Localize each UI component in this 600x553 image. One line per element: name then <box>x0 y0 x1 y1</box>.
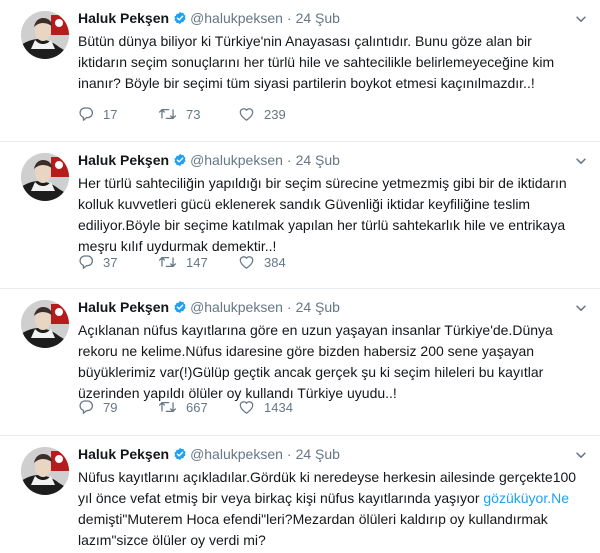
reply-icon <box>78 106 94 122</box>
retweet-button[interactable]: 667 <box>158 399 238 415</box>
separator-dot: · <box>286 446 292 462</box>
like-button[interactable]: 239 <box>238 106 286 122</box>
verified-badge-icon <box>173 153 187 167</box>
tweet-feed: Haluk Pekşen @halukpeksen · 24 Şub Bütün… <box>0 0 600 553</box>
separator-dot: · <box>286 152 292 168</box>
tweet-card[interactable]: Haluk Pekşen @halukpeksen · 24 Şub Açıkl… <box>0 289 600 436</box>
retweet-button[interactable]: 147 <box>158 254 238 270</box>
chevron-down-icon[interactable] <box>574 12 588 31</box>
verified-badge-icon <box>173 300 187 314</box>
tweet-actions: 79 667 1434 <box>78 397 293 417</box>
tweet-actions: 37 147 384 <box>78 252 286 272</box>
retweet-icon <box>158 254 177 270</box>
tweet-header: Haluk Pekşen @halukpeksen · 24 Şub <box>78 444 590 464</box>
author-handle[interactable]: @halukpeksen <box>190 10 283 26</box>
reply-icon <box>78 399 94 415</box>
like-button[interactable]: 384 <box>238 254 286 270</box>
avatar[interactable] <box>21 11 69 59</box>
avatar[interactable] <box>21 153 69 201</box>
reply-button[interactable]: 37 <box>78 254 158 270</box>
tweet-header: Haluk Pekşen @halukpeksen · 24 Şub <box>78 150 590 170</box>
author-name[interactable]: Haluk Pekşen <box>78 10 169 26</box>
tweet-card[interactable]: Haluk Pekşen @halukpeksen · 24 Şub Bütün… <box>0 0 600 142</box>
retweet-count: 147 <box>186 254 208 270</box>
separator-dot: · <box>286 299 292 315</box>
reply-icon <box>78 254 94 270</box>
retweet-count: 667 <box>186 399 208 415</box>
avatar[interactable] <box>21 300 69 348</box>
tweet-card[interactable]: Haluk Pekşen @halukpeksen · 24 Şub Nüfus… <box>0 436 600 553</box>
reply-count: 17 <box>103 106 118 122</box>
retweet-icon <box>158 399 177 415</box>
chevron-down-icon[interactable] <box>574 448 588 467</box>
tweet-date[interactable]: 24 Şub <box>296 152 340 168</box>
author-name[interactable]: Haluk Pekşen <box>78 299 169 315</box>
author-handle[interactable]: @halukpeksen <box>190 299 283 315</box>
author-name[interactable]: Haluk Pekşen <box>78 446 169 462</box>
tweet-text: Her türlü sahteciliğin yapıldığı bir seç… <box>78 175 567 254</box>
tweet-date[interactable]: 24 Şub <box>296 10 340 26</box>
chevron-down-icon[interactable] <box>574 301 588 320</box>
reply-button[interactable]: 17 <box>78 106 158 122</box>
avatar[interactable] <box>21 447 69 495</box>
like-count: 239 <box>264 106 286 122</box>
retweet-icon <box>158 106 177 122</box>
heart-icon <box>238 106 255 122</box>
reply-button[interactable]: 79 <box>78 399 158 415</box>
retweet-button[interactable]: 73 <box>158 106 238 122</box>
tweet-date[interactable]: 24 Şub <box>296 446 340 462</box>
verified-badge-icon <box>173 447 187 461</box>
tweet-text-part: demişti"Muterem Hoca efendi"leri?Mezarda… <box>78 511 548 548</box>
tweet-actions: 17 73 239 <box>78 104 286 124</box>
heart-icon <box>238 254 255 270</box>
reply-count: 79 <box>103 399 118 415</box>
author-name[interactable]: Haluk Pekşen <box>78 152 169 168</box>
tweet-card[interactable]: Haluk Pekşen @halukpeksen · 24 Şub Her t… <box>0 142 600 289</box>
tweet-link[interactable]: gözüküyor.Ne <box>483 490 569 506</box>
tweet-date[interactable]: 24 Şub <box>296 299 340 315</box>
like-button[interactable]: 1434 <box>238 399 293 415</box>
tweet-text: Açıklanan nüfus kayıtlarına göre en uzun… <box>78 322 553 401</box>
tweet-text: Bütün dünya biliyor ki Türkiye'nin Anaya… <box>78 33 555 91</box>
like-count: 384 <box>264 254 286 270</box>
reply-count: 37 <box>103 254 118 270</box>
author-handle[interactable]: @halukpeksen <box>190 152 283 168</box>
verified-badge-icon <box>173 11 187 25</box>
tweet-header: Haluk Pekşen @halukpeksen · 24 Şub <box>78 297 590 317</box>
chevron-down-icon[interactable] <box>574 154 588 173</box>
author-handle[interactable]: @halukpeksen <box>190 446 283 462</box>
like-count: 1434 <box>264 399 293 415</box>
tweet-header: Haluk Pekşen @halukpeksen · 24 Şub <box>78 8 590 28</box>
heart-icon <box>238 399 255 415</box>
retweet-count: 73 <box>186 106 201 122</box>
tweet-text: Nüfus kayıtlarını açıkladılar.Gördük ki … <box>78 467 583 551</box>
separator-dot: · <box>286 10 292 26</box>
